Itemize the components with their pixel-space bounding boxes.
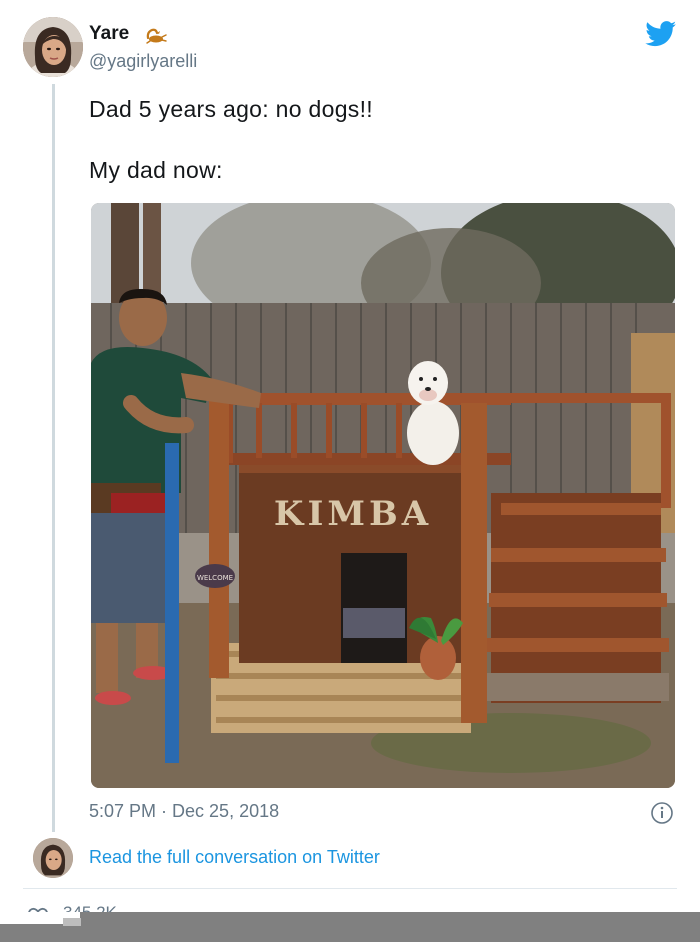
tweet-text-line-2: My dad now: bbox=[89, 157, 223, 183]
bottom-bar-fragment bbox=[63, 918, 81, 926]
read-full-conversation-link[interactable]: Read the full conversation on Twitter bbox=[89, 847, 380, 868]
thread-line bbox=[52, 84, 55, 832]
author-avatar[interactable] bbox=[23, 17, 83, 77]
scorpion-icon bbox=[146, 28, 167, 44]
author-display-name[interactable]: Yare bbox=[89, 23, 129, 45]
info-icon[interactable] bbox=[650, 801, 674, 825]
photo-welcome-sign: WELCOME bbox=[197, 574, 233, 582]
divider bbox=[23, 888, 677, 889]
cropped-bottom-bar bbox=[0, 912, 700, 942]
photo-kimba-sign: KIMBA bbox=[274, 494, 432, 534]
tweet-card: Yare @yagirlyarelli Dad 5 years ago: no … bbox=[0, 0, 700, 942]
tweet-text-line-1: Dad 5 years ago: no dogs!! bbox=[89, 96, 373, 122]
twitter-bird-icon[interactable] bbox=[645, 21, 677, 47]
tweet-photo[interactable]: KIMBA WELCOME bbox=[91, 203, 675, 788]
tweet-timestamp[interactable]: 5:07 PM · Dec 25, 2018 bbox=[89, 801, 279, 822]
author-handle[interactable]: @yagirlyarelli bbox=[89, 51, 197, 72]
reply-avatar[interactable] bbox=[33, 838, 73, 878]
